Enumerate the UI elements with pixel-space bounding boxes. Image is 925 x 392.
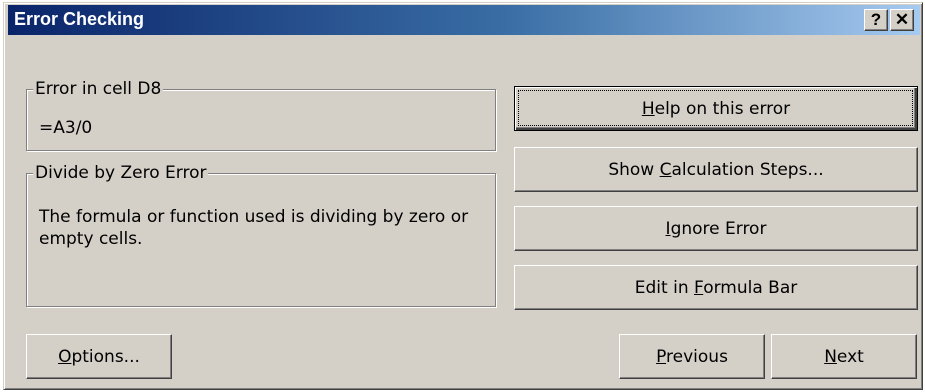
error-type-group: Divide by Zero Error The formula or func…: [26, 163, 496, 307]
focus-rect: [518, 90, 913, 126]
close-icon[interactable]: ✕: [890, 9, 914, 31]
ignore-error-button[interactable]: Ignore Error: [514, 206, 918, 251]
edit-in-formula-bar-button[interactable]: Edit in Formula Bar: [514, 265, 918, 310]
options-button[interactable]: Options...: [26, 334, 172, 379]
calc-steps-label: Show Calculation Steps...: [608, 159, 824, 180]
window-title: Error Checking: [14, 9, 145, 29]
error-type-label: Divide by Zero Error: [33, 163, 209, 183]
ignore-error-label: Ignore Error: [665, 218, 767, 239]
help-icon[interactable]: ?: [864, 9, 888, 31]
error-description: The formula or function used is dividing…: [39, 207, 469, 249]
title-bar[interactable]: Error Checking ? ✕: [8, 5, 920, 35]
options-label: Options...: [58, 346, 140, 367]
edit-formula-label: Edit in Formula Bar: [634, 277, 798, 298]
help-on-error-button[interactable]: Help on this error: [514, 86, 918, 131]
previous-label: Previous: [656, 346, 728, 367]
error-checking-dialog: Error Checking ? ✕ Error in cell D8 =A3/…: [3, 2, 923, 390]
error-location-group: Error in cell D8 =A3/0: [26, 79, 496, 151]
previous-button[interactable]: Previous: [619, 334, 765, 379]
next-button[interactable]: Next: [771, 334, 917, 379]
error-formula: =A3/0: [39, 118, 93, 138]
show-calculation-steps-button[interactable]: Show Calculation Steps...: [514, 147, 918, 192]
error-location-label: Error in cell D8: [33, 79, 164, 99]
next-label: Next: [824, 346, 864, 367]
